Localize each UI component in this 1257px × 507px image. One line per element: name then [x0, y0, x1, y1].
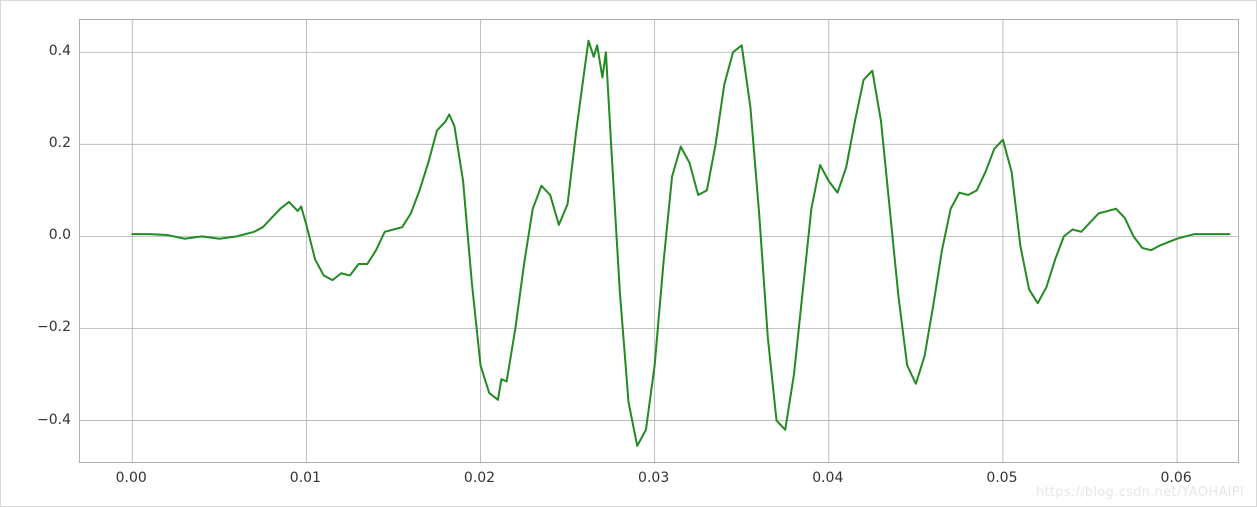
x-tick-label: 0.04 — [812, 471, 843, 485]
x-tick-label: 0.00 — [116, 471, 147, 485]
y-tick-label: −0.4 — [11, 413, 71, 427]
x-tick-label: 0.01 — [290, 471, 321, 485]
y-tick-label: 0.4 — [11, 44, 71, 58]
x-tick-label: 0.03 — [638, 471, 669, 485]
y-tick-label: −0.2 — [11, 320, 71, 334]
x-tick-label: 0.06 — [1160, 471, 1191, 485]
plot-area — [79, 19, 1239, 463]
y-tick-label: 0.2 — [11, 136, 71, 150]
chart-svg — [80, 20, 1238, 462]
x-tick-label: 0.02 — [464, 471, 495, 485]
y-tick-label: 0.0 — [11, 228, 71, 242]
signal-line — [132, 41, 1229, 446]
x-tick-label: 0.05 — [986, 471, 1017, 485]
figure-frame: 0.00 0.01 0.02 0.03 0.04 0.05 0.06 −0.4 … — [0, 0, 1257, 507]
watermark-text: https://blog.csdn.net/YAOHAIPI — [1036, 485, 1244, 500]
grid-lines — [80, 20, 1238, 462]
